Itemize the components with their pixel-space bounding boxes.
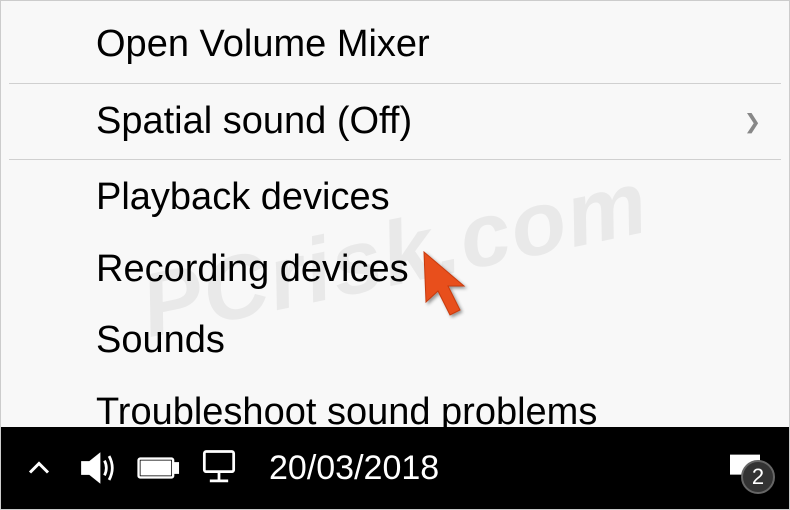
notification-badge: 2 <box>741 460 775 494</box>
menu-item-label: Sounds <box>96 317 225 365</box>
menu-item-spatial-sound[interactable]: Spatial sound (Off) ❯ <box>1 86 789 158</box>
sound-context-menu: Open Volume Mixer Spatial sound (Off) ❯ … <box>1 1 789 456</box>
menu-separator <box>9 159 781 160</box>
menu-separator <box>9 83 781 84</box>
menu-item-playback-devices[interactable]: Playback devices <box>1 162 789 234</box>
menu-item-label: Playback devices <box>96 174 390 222</box>
battery-icon[interactable] <box>131 440 187 496</box>
tray-overflow-icon[interactable] <box>11 440 67 496</box>
menu-item-label: Spatial sound (Off) <box>96 98 412 146</box>
chevron-right-icon: ❯ <box>744 104 761 139</box>
windows-taskbar: 20/03/2018 2 <box>1 427 789 509</box>
menu-item-recording-devices[interactable]: Recording devices <box>1 234 789 306</box>
network-icon[interactable] <box>191 440 247 496</box>
action-center-icon[interactable]: 2 <box>721 444 769 492</box>
menu-item-label: Open Volume Mixer <box>96 21 430 69</box>
menu-item-label: Recording devices <box>96 246 409 294</box>
taskbar-right: 2 <box>721 444 779 492</box>
taskbar-date[interactable]: 20/03/2018 <box>269 449 439 488</box>
system-tray <box>11 440 247 496</box>
volume-icon[interactable] <box>71 440 127 496</box>
menu-item-open-volume-mixer[interactable]: Open Volume Mixer <box>1 9 789 81</box>
menu-item-sounds[interactable]: Sounds <box>1 305 789 377</box>
